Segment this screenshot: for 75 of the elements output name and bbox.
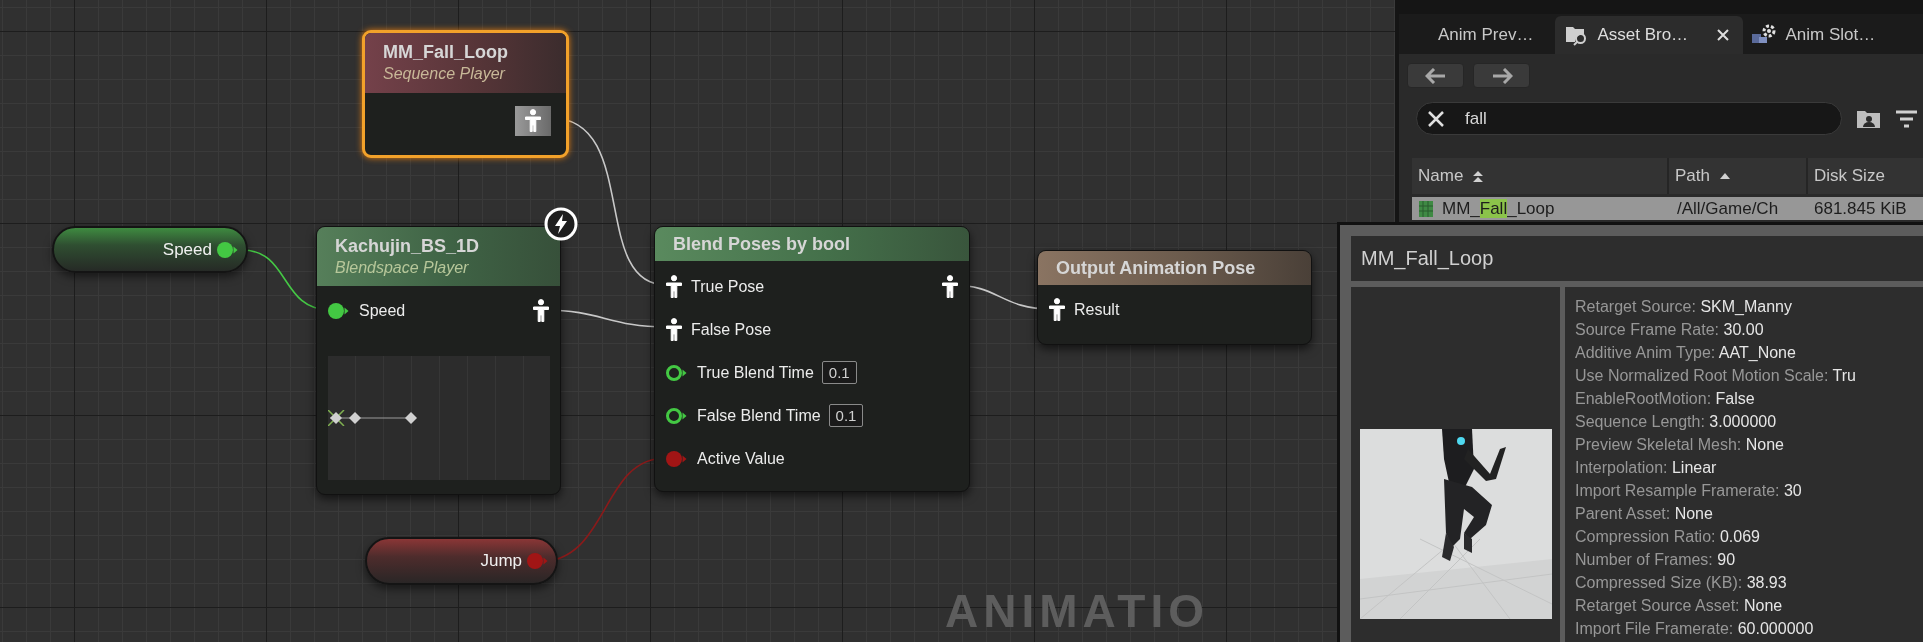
- property-line: Parent Asset: None: [1575, 504, 1714, 524]
- property-line: Additive Anim Type: AAT_None: [1575, 343, 1797, 363]
- output-pin[interactable]: [515, 106, 551, 136]
- tab[interactable]: Anim Prev…: [1402, 16, 1556, 54]
- property-line: Preview Skeletal Mesh: None: [1575, 435, 1785, 455]
- person-pin-icon[interactable]: [665, 274, 683, 299]
- property-line: Import File Framerate: 60.000000: [1575, 619, 1815, 639]
- back-button[interactable]: [1407, 63, 1464, 88]
- pin-label: False Blend Time: [697, 406, 821, 425]
- sort-icon: [1471, 169, 1486, 183]
- property-line: Use Normalized Root Motion Scale: Tru: [1575, 366, 1857, 386]
- asset-row[interactable]: MM_Fall_Loop /All/Game/Ch 681.845 KiB: [1412, 197, 1923, 220]
- pin-label: True Blend Time: [697, 363, 814, 382]
- person-pin-icon[interactable]: [532, 299, 550, 323]
- column-header[interactable]: Name: [1412, 158, 1669, 194]
- tab[interactable]: Asset Bro…: [1555, 16, 1744, 54]
- column-header[interactable]: Path: [1669, 158, 1808, 194]
- asset-disk-size: 681.845 KiB: [1813, 198, 1907, 219]
- graph-watermark: ANIMATIO: [945, 588, 1209, 634]
- property-line: Compressed Size (KB): 38.93: [1575, 573, 1788, 593]
- variable-node[interactable]: Speed: [52, 226, 248, 273]
- property-line: Number of Frames: 90: [1575, 550, 1737, 570]
- graph-node[interactable]: Blend Poses by bool True Pose False Pose True Blend Time 0.1 False Blend Time 0.1 Active Value: [654, 226, 970, 492]
- column-header[interactable]: Disk Size: [1808, 158, 1923, 194]
- gear-icon: [1751, 24, 1778, 46]
- close-icon[interactable]: [1717, 29, 1730, 41]
- pin-label: True Pose: [691, 277, 765, 296]
- close-icon[interactable]: [1427, 109, 1445, 128]
- person-pin-icon[interactable]: [665, 317, 683, 342]
- property-line: Retarget Source: SKM_Manny: [1575, 297, 1793, 317]
- folder-person-icon[interactable]: [1856, 108, 1881, 129]
- tab[interactable]: Anim Slot…: [1743, 16, 1898, 54]
- filter-icon[interactable]: [1895, 109, 1918, 128]
- graph-node[interactable]: Kachujin_BS_1D Blendspace Player Speed: [316, 226, 561, 495]
- property-line: Interpolation: Linear: [1575, 458, 1718, 478]
- pin-label: Speed: [359, 302, 406, 320]
- pin-label: Result: [1074, 301, 1120, 319]
- node-title: Kachujin_BS_1D: [335, 234, 481, 257]
- asset-path: /All/Game/Ch: [1676, 198, 1780, 219]
- tooltip-title: MM_Fall_Loop: [1361, 247, 1494, 270]
- search-input[interactable]: fall: [1463, 107, 1767, 130]
- pin-label: False Pose: [691, 320, 772, 339]
- pin-label: Active Value: [697, 449, 785, 468]
- property-line: Import Resample Framerate: 30: [1575, 481, 1803, 501]
- property-line: Retarget Source Asset: None: [1575, 596, 1784, 616]
- variable-label: Jump: [480, 551, 522, 571]
- sort-ascending-icon: [1718, 171, 1732, 181]
- pin-icon[interactable]: [665, 405, 689, 426]
- value-field[interactable]: 0.1: [821, 361, 857, 384]
- forward-button[interactable]: [1473, 63, 1530, 88]
- graph-node[interactable]: MM_Fall_Loop Sequence Player: [362, 30, 569, 158]
- arrow-left-icon: [1424, 67, 1447, 84]
- pin-icon[interactable]: [216, 239, 240, 260]
- asset-name: MM_Fall_Loop: [1442, 198, 1555, 219]
- pin-icon[interactable]: [665, 362, 689, 383]
- lightning-icon: [543, 206, 579, 242]
- node-title: Blend Poses by bool: [673, 233, 852, 255]
- node-title: MM_Fall_Loop: [383, 41, 509, 63]
- person-pin-icon[interactable]: [1048, 298, 1066, 322]
- person-pin-icon[interactable]: [941, 274, 959, 299]
- value-field[interactable]: 0.1: [828, 404, 864, 427]
- property-line: Sequence Length: 3.000000: [1575, 412, 1778, 432]
- pin-icon[interactable]: [327, 301, 351, 321]
- grid-icon: [1418, 199, 1434, 218]
- property-line: Source Frame Rate: 30.00: [1575, 320, 1765, 340]
- node-subtitle: Blendspace Player: [335, 257, 470, 278]
- node-subtitle: Sequence Player: [383, 64, 507, 84]
- variable-label: Speed: [162, 239, 212, 260]
- node-title: Output Animation Pose: [1056, 257, 1257, 279]
- property-line: EnableRootMotion: False: [1575, 389, 1756, 409]
- graph-node[interactable]: Output Animation Pose Result: [1037, 250, 1312, 345]
- arrow-right-icon: [1490, 67, 1513, 84]
- search-box[interactable]: fall: [1416, 102, 1842, 135]
- variable-node[interactable]: Jump: [365, 537, 558, 585]
- property-line: Compression Ratio: 0.069: [1575, 527, 1761, 547]
